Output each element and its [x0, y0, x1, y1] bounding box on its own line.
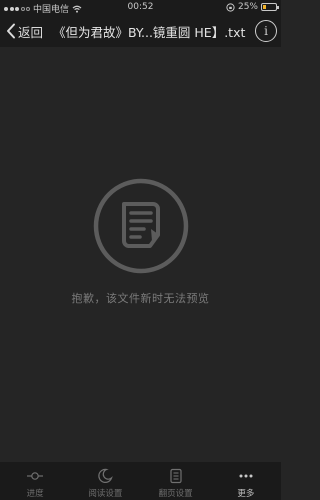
toolbar-more-label: 更多	[237, 489, 255, 499]
more-icon	[239, 474, 253, 478]
status-bar: 中国电信 00:52 25%	[0, 0, 281, 15]
nav-header: 返回 《但为君故》BY...镜重圆 HE】.txt i	[0, 15, 281, 47]
toolbar-more[interactable]: 更多	[211, 462, 281, 500]
toolbar-page-settings[interactable]: 翻页设置	[141, 462, 211, 500]
info-icon: i	[264, 24, 268, 38]
toolbar-progress-label: 进度	[26, 489, 44, 499]
toolbar-reading-settings[interactable]: 阅读设置	[70, 462, 140, 500]
page-icon	[170, 468, 182, 484]
moon-icon	[98, 468, 114, 483]
info-button[interactable]: i	[255, 20, 277, 42]
chevron-left-icon	[7, 23, 15, 39]
orientation-lock-icon	[226, 2, 235, 12]
back-button[interactable]: 返回	[0, 15, 43, 47]
back-label: 返回	[18, 24, 44, 40]
toolbar-progress[interactable]: 进度	[0, 462, 70, 500]
toolbar-reading-label: 阅读设置	[88, 489, 123, 499]
battery-icon	[261, 3, 279, 11]
toolbar-page-label: 翻页设置	[158, 489, 193, 499]
progress-icon	[27, 472, 44, 480]
app-window: 中国电信 00:52 25% 返回 《但为君故》BY...镜重圆 HE】.txt…	[0, 0, 281, 500]
document-icon	[93, 178, 189, 274]
empty-message: 抱歉，该文件新时无法预览	[71, 292, 210, 305]
status-right: 25%	[226, 2, 279, 12]
battery-percent: 25%	[237, 2, 258, 12]
battery-fill	[263, 5, 266, 9]
file-title: 《但为君故》BY...镜重圆 HE】.txt	[53, 24, 246, 40]
bottom-toolbar: 进度 阅读设置 翻页设置 更多	[0, 462, 281, 500]
